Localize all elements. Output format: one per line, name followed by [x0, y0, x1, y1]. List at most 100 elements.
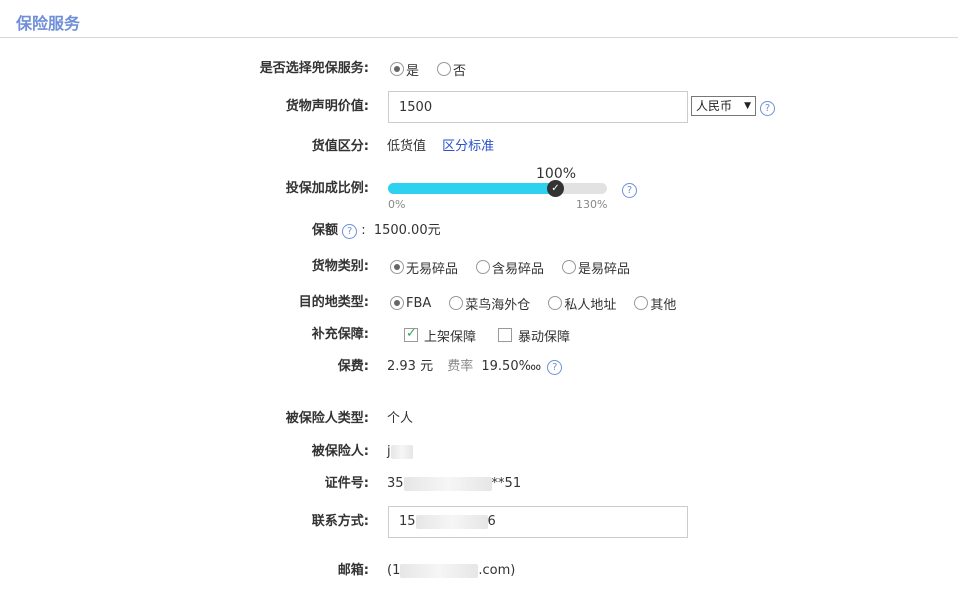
declared-value-help-icon[interactable]: ? [760, 101, 775, 116]
row-insured-type: 被保险人类型: 个人 [0, 407, 958, 431]
coverage-colon: : [361, 223, 366, 238]
cargo-type-label: 货物类别: [311, 259, 369, 274]
radio-no-label: 否 [453, 63, 467, 79]
declared-value-input[interactable] [388, 91, 688, 123]
radio-fba-circle[interactable] [390, 296, 404, 310]
ratio-help-icon[interactable]: ? [622, 183, 637, 198]
row-insurance-choice: 是否选择兜保服务: 是 否 [0, 57, 958, 81]
radio-other-label: 其他 [650, 297, 677, 313]
radio-private-address-label: 私人地址 [564, 297, 617, 313]
value-class-label: 货值区分: [311, 139, 369, 154]
redaction-mask [415, 514, 488, 529]
radio-no[interactable]: 否 [437, 60, 466, 79]
redaction-mask [390, 444, 413, 459]
checkbox-shelf-guarantee-label: 上架保障 [424, 329, 477, 345]
cargo-type-group: 无易碎品 含易碎品 是易碎品 [390, 255, 630, 279]
id-number-end: **51 [491, 476, 522, 491]
radio-fba[interactable]: FBA [390, 296, 431, 311]
row-insured: 被保险人: j [0, 440, 958, 464]
radio-is-fragile-label: 是易碎品 [578, 261, 631, 277]
ratio-slider-track[interactable]: ✓ [388, 180, 607, 197]
currency-selected: 人民币 [696, 99, 733, 113]
radio-contains-fragile-circle[interactable] [476, 260, 491, 274]
section-header: 保险服务 [0, 0, 958, 38]
insured-label: 被保险人: [311, 444, 369, 459]
value-class-standard-link[interactable]: 区分标准 [442, 139, 494, 154]
radio-cainiao-warehouse-circle[interactable] [449, 296, 464, 310]
row-id-number: 证件号: 35 **51 [0, 472, 958, 496]
premium-rate-label: 费率 [447, 359, 474, 374]
email-value-end: .com) [478, 563, 516, 578]
dropdown-arrow-icon: ▼ [744, 101, 751, 111]
redaction-mask [400, 563, 479, 578]
email-value: (1 .com) [387, 559, 515, 583]
checkbox-riot-guarantee-label: 暴动保障 [518, 329, 571, 345]
email-label: 邮箱: [337, 563, 369, 578]
radio-yes-circle[interactable] [390, 62, 404, 76]
coverage-help-icon[interactable]: ? [342, 224, 358, 239]
radio-contains-fragile-label: 含易碎品 [492, 261, 545, 277]
contact-value-end: 6 [487, 514, 496, 529]
radio-yes-label: 是 [406, 63, 420, 79]
row-email: 邮箱: (1 .com) [0, 559, 958, 583]
radio-no-fragile-circle[interactable] [390, 260, 404, 274]
row-value-class: 货值区分: 低货值 区分标准 [0, 135, 958, 159]
row-coverage: 保额 ? : 1500.00元 [0, 219, 958, 243]
section-title: 保险服务 [16, 14, 81, 33]
premium-label: 保费: [337, 359, 369, 374]
radio-other[interactable]: 其他 [634, 294, 676, 313]
checkbox-shelf-guarantee-box[interactable] [404, 326, 418, 342]
ratio-label: 投保加成比例: [285, 181, 369, 196]
coverage-label-group: 保额 ? : 1500.00元 [312, 219, 441, 243]
premium-help-icon[interactable]: ? [547, 360, 563, 375]
value-class-text: 低货值 [387, 139, 427, 154]
coverage-label: 保额 [312, 223, 339, 238]
insured-type-value: 个人 [387, 411, 414, 426]
id-number-value: 35 **51 [387, 472, 521, 496]
checkbox-shelf-guarantee[interactable]: 上架保障 [404, 326, 476, 345]
row-destination: 目的地类型: FBA 菜鸟海外仓 私人地址 其他 [0, 291, 958, 315]
contact-input[interactable]: 15 6 [388, 506, 688, 538]
insured-value: j [387, 440, 413, 464]
radio-fba-label: FBA [406, 295, 432, 311]
redaction-mask [403, 476, 492, 491]
coverage-value: 1500.00元 [373, 223, 441, 238]
row-cargo-type: 货物类别: 无易碎品 含易碎品 是易碎品 [0, 255, 958, 279]
radio-yes[interactable]: 是 [390, 60, 419, 79]
radio-is-fragile-circle[interactable] [562, 260, 577, 274]
premium-amount: 2.93 元 [387, 359, 434, 374]
insured-type-label: 被保险人类型: [285, 411, 369, 426]
destination-label: 目的地类型: [298, 295, 369, 310]
premium-value-group: 2.93 元 费率 19.50‱ ? [387, 355, 563, 379]
ratio-min-label: 0% [388, 198, 406, 211]
premium-rate: 19.50‱ [481, 359, 542, 374]
radio-private-address[interactable]: 私人地址 [548, 294, 616, 313]
supplement-group: 上架保障 暴动保障 [404, 323, 592, 347]
insurance-choice-group: 是 否 [390, 57, 466, 81]
ratio-slider-handle[interactable]: ✓ [547, 180, 564, 197]
row-premium: 保费: 2.93 元 费率 19.50‱ ? [0, 355, 958, 379]
supplement-label: 补充保障: [311, 327, 369, 342]
radio-private-address-circle[interactable] [548, 296, 563, 310]
value-class-value: 低货值 区分标准 [387, 135, 494, 159]
radio-contains-fragile[interactable]: 含易碎品 [476, 258, 544, 277]
checkbox-riot-guarantee-box[interactable] [498, 328, 513, 342]
radio-cainiao-warehouse-label: 菜鸟海外仓 [465, 297, 531, 313]
radio-no-fragile[interactable]: 无易碎品 [390, 258, 458, 277]
radio-cainiao-warehouse[interactable]: 菜鸟海外仓 [449, 294, 530, 313]
radio-no-fragile-label: 无易碎品 [406, 261, 459, 277]
row-supplement: 补充保障: 上架保障 暴动保障 [0, 323, 958, 347]
id-number-start: 35 [387, 476, 404, 491]
currency-select[interactable]: 人民币 ▼ [691, 96, 756, 116]
radio-other-circle[interactable] [634, 296, 649, 310]
destination-group: FBA 菜鸟海外仓 私人地址 其他 [390, 291, 676, 315]
ratio-slider-fill [388, 183, 556, 194]
ratio-max-label: 130% [576, 198, 608, 211]
checkbox-riot-guarantee[interactable]: 暴动保障 [498, 326, 570, 345]
id-number-label: 证件号: [324, 476, 369, 491]
declared-value-label: 货物声明价值: [285, 99, 369, 114]
contact-value-start: 15 [399, 514, 416, 529]
insurance-choice-label: 是否选择兜保服务: [259, 61, 369, 76]
radio-is-fragile[interactable]: 是易碎品 [562, 258, 630, 277]
radio-no-circle[interactable] [437, 62, 452, 76]
